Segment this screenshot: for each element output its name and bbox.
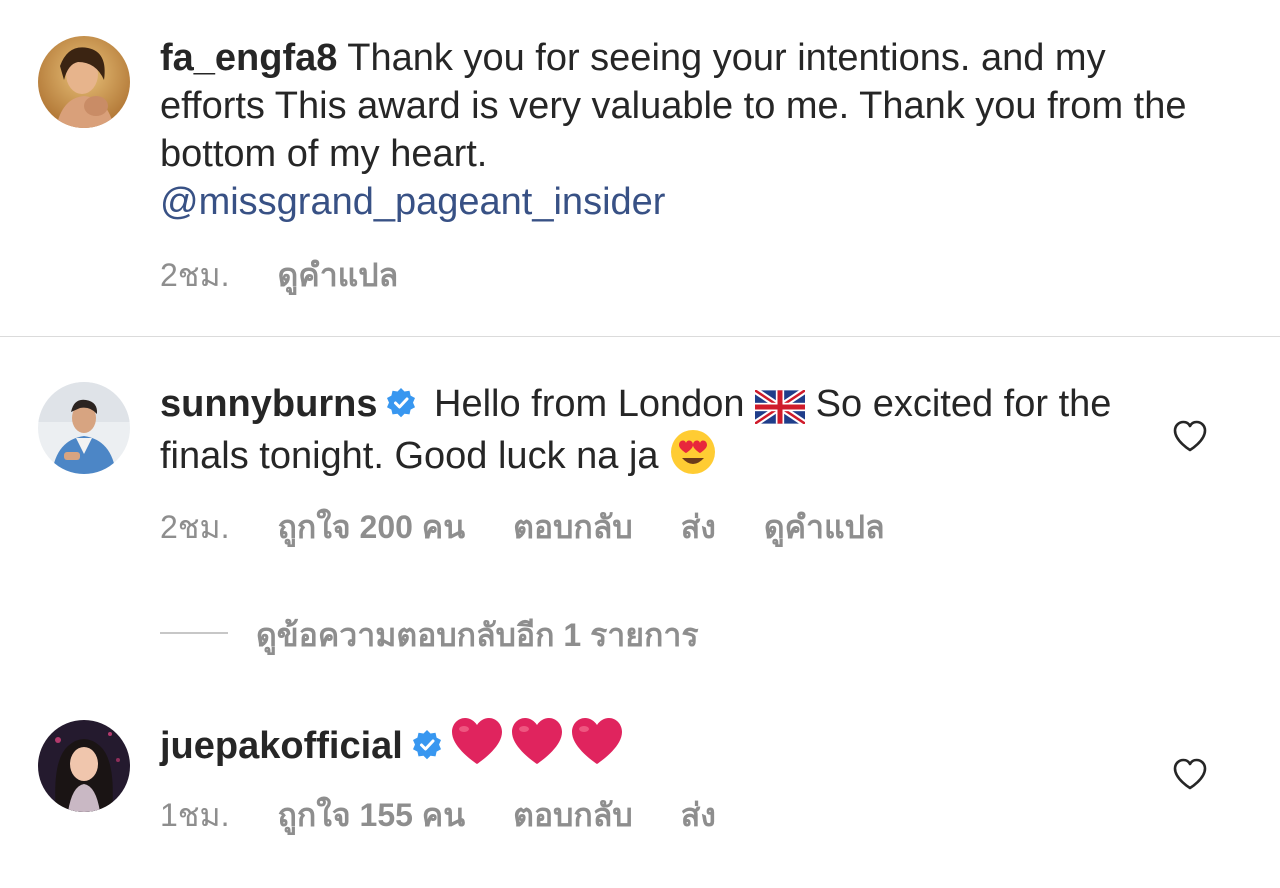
likes-count-link[interactable]: ถูกใจ 155 คน <box>278 797 466 833</box>
timestamp: 2ชม. <box>160 257 230 293</box>
comment-meta: 2ชม. ดูคำแปล <box>160 250 446 301</box>
username[interactable]: sunnyburns <box>160 383 377 425</box>
view-replies-label: ดูข้อความตอบกลับอีก 1 รายการ <box>256 617 699 653</box>
translate-link[interactable]: ดูคำแปล <box>278 257 399 293</box>
comment-text: fa_engfa8 Thank you for seeing your inte… <box>160 34 1220 226</box>
username[interactable]: fa_engfa8 <box>160 37 337 79</box>
divider <box>0 336 1280 337</box>
timestamp: 1ชม. <box>160 797 230 833</box>
avatar-sunnyburns[interactable] <box>38 382 130 474</box>
comment-text: sunnyburns Hello from London So excited … <box>160 380 1140 480</box>
send-button[interactable]: ส่ง <box>681 509 716 545</box>
reply-button[interactable]: ตอบกลับ <box>513 797 633 833</box>
comment-body-part1: Hello from London <box>423 383 756 425</box>
view-replies-link[interactable]: ดูข้อความตอบกลับอีก 1 รายการ <box>160 610 699 661</box>
translate-link[interactable]: ดูคำแปล <box>764 509 885 545</box>
red-heart-emoji <box>511 718 562 764</box>
red-heart-emoji <box>451 718 502 764</box>
reply-button[interactable]: ตอบกลับ <box>513 509 633 545</box>
likes-count-link[interactable]: ถูกใจ 200 คน <box>278 509 466 545</box>
comment-meta: 2ชม. ถูกใจ 200 คน ตอบกลับ ส่ง ดูคำแปล <box>160 502 933 553</box>
verified-badge-icon <box>412 730 441 760</box>
username[interactable]: juepakofficial <box>160 725 403 767</box>
heart-eyes-emoji <box>671 430 716 474</box>
uk-flag-emoji <box>755 390 806 424</box>
comment-text: juepakofficial <box>160 716 1160 770</box>
heart-outline-icon[interactable] <box>1170 754 1210 794</box>
red-heart-emoji <box>571 718 622 764</box>
replies-line <box>160 632 228 634</box>
verified-badge-icon <box>387 388 416 418</box>
comment-meta: 1ชม. ถูกใจ 155 คน ตอบกลับ ส่ง <box>160 790 764 841</box>
avatar-fa_engfa8[interactable] <box>38 36 130 128</box>
send-button[interactable]: ส่ง <box>681 797 716 833</box>
avatar-juepakofficial[interactable] <box>38 720 130 812</box>
timestamp: 2ชม. <box>160 509 230 545</box>
mention-link[interactable]: @missgrand_pageant_insider <box>160 181 665 223</box>
heart-outline-icon[interactable] <box>1170 416 1210 456</box>
